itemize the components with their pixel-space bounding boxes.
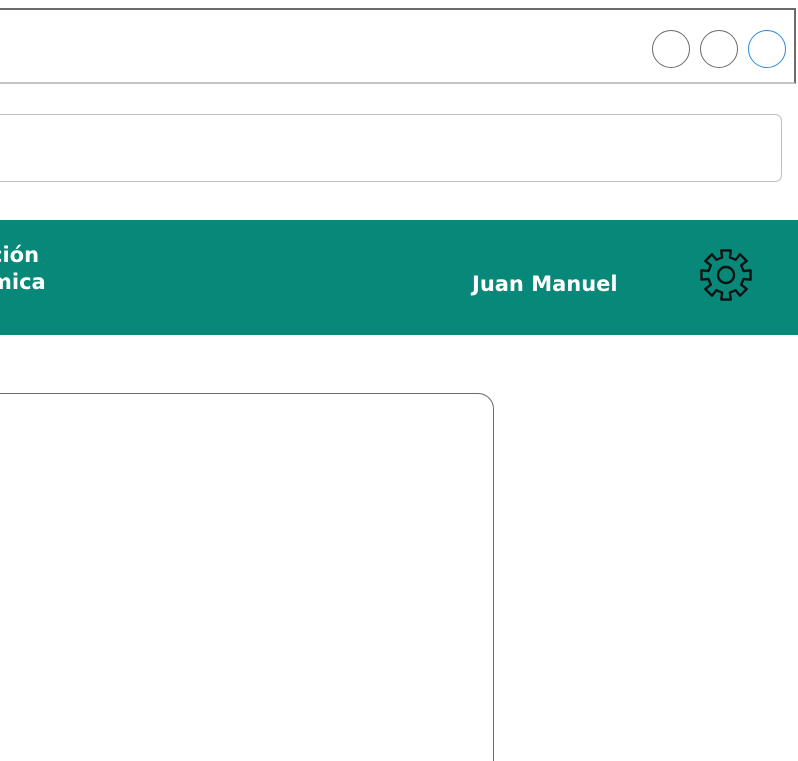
maximize-button[interactable] xyxy=(700,30,738,68)
browser-window: ción mica Juan Manuel xyxy=(0,0,798,761)
minimize-button[interactable] xyxy=(652,30,690,68)
address-bar-input[interactable] xyxy=(0,114,782,182)
content-panel xyxy=(0,393,494,761)
brand-line-1: ción xyxy=(0,243,40,267)
app-header: ción mica Juan Manuel xyxy=(0,220,798,335)
close-button[interactable] xyxy=(748,30,786,68)
window-title-bar xyxy=(0,8,796,84)
app-brand[interactable]: ción mica xyxy=(0,242,46,296)
user-name-menu[interactable]: Juan Manuel xyxy=(472,270,618,298)
gear-icon[interactable] xyxy=(695,244,757,306)
brand-line-2: mica xyxy=(0,270,46,294)
